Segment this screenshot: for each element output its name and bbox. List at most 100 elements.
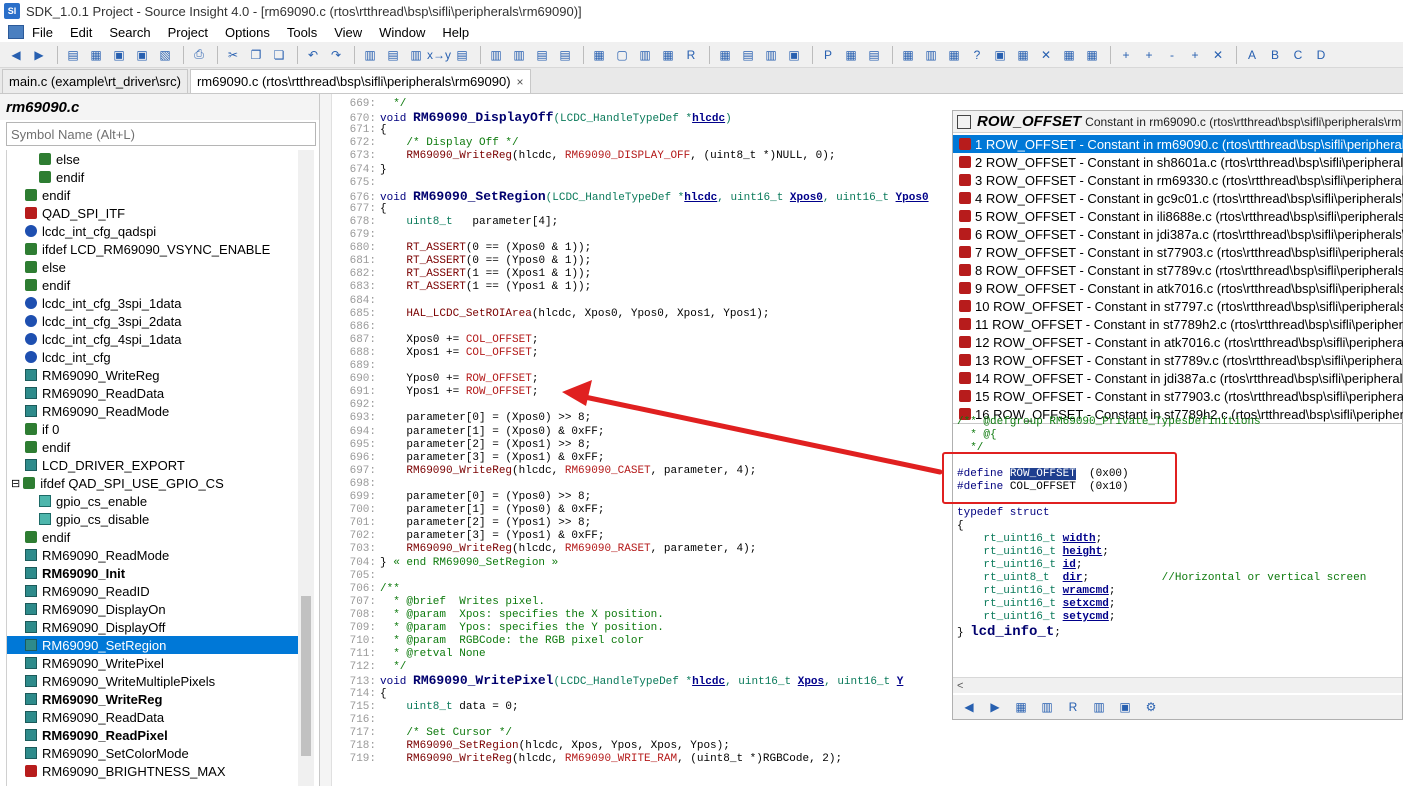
symbol-list-item[interactable]: gpio_cs_enable — [7, 492, 298, 510]
toolbar-button[interactable]: ▦ — [944, 45, 964, 65]
reference-list-item[interactable]: 12 ROW_OFFSET - Constant in atk7016.c (r… — [953, 333, 1403, 351]
toolbar-button[interactable]: ▥ — [360, 45, 380, 65]
toolbar-button[interactable]: ▥ — [921, 45, 941, 65]
reference-list-item[interactable]: 10 ROW_OFFSET - Constant in st7797.c (rt… — [953, 297, 1403, 315]
scroll-left-icon[interactable]: < — [957, 680, 963, 692]
menu-window[interactable]: Window — [379, 25, 425, 40]
symbol-list-item[interactable]: RM69090_SetColorMode — [7, 744, 298, 762]
menu-help[interactable]: Help — [442, 25, 469, 40]
toolbar-button[interactable]: ▦ — [1082, 45, 1102, 65]
menu-view[interactable]: View — [334, 25, 362, 40]
toolbar-button[interactable]: ↶ — [303, 45, 323, 65]
symbol-list-item[interactable]: endif — [7, 528, 298, 546]
symbol-list-item[interactable]: QAD_SPI_ITF — [7, 204, 298, 222]
symbol-list-item[interactable]: ⊟ ifdef QAD_SPI_USE_GPIO_CS — [7, 474, 298, 492]
symbol-list-item[interactable]: if 0 — [7, 420, 298, 438]
symbol-list-item[interactable]: endif — [7, 438, 298, 456]
symbol-list-item[interactable]: RM69090_ReadPixel — [7, 726, 298, 744]
context-toolbar-button[interactable]: ▦ — [1011, 697, 1031, 717]
toolbar-button[interactable]: ▦ — [898, 45, 918, 65]
toolbar-button[interactable]: ▦ — [1013, 45, 1033, 65]
reference-list-item[interactable]: 5 ROW_OFFSET - Constant in ili8688e.c (r… — [953, 207, 1403, 225]
reference-list-item[interactable]: 6 ROW_OFFSET - Constant in jdi387a.c (rt… — [953, 225, 1403, 243]
toolbar-button[interactable]: ▢ — [612, 45, 632, 65]
toolbar-button[interactable]: ▤ — [452, 45, 472, 65]
symbol-list-item[interactable]: LCD_DRIVER_EXPORT — [7, 456, 298, 474]
toolbar-button[interactable]: ▣ — [784, 45, 804, 65]
symbol-list-item[interactable]: lcdc_int_cfg_4spi_1data — [7, 330, 298, 348]
toolbar-button[interactable]: ▥ — [635, 45, 655, 65]
symbol-list-item[interactable]: lcdc_int_cfg_3spi_2data — [7, 312, 298, 330]
reference-list-item[interactable]: 14 ROW_OFFSET - Constant in jdi387a.c (r… — [953, 369, 1403, 387]
context-lock-icon[interactable] — [957, 114, 971, 129]
reference-list-item[interactable]: 1 ROW_OFFSET - Constant in rm69090.c (rt… — [953, 135, 1403, 153]
scrollbar-thumb[interactable] — [301, 596, 311, 756]
symbol-list-item[interactable]: RM69090_ReadID — [7, 582, 298, 600]
toolbar-button[interactable]: x→y — [427, 45, 451, 65]
symbol-list-item[interactable]: RM69090_BRIGHTNESS_MAX — [7, 762, 298, 780]
symbol-list-item[interactable]: else — [7, 258, 298, 276]
symbol-list-item[interactable]: RM69090_DisplayOn — [7, 600, 298, 618]
toolbar-button[interactable]: ▦ — [715, 45, 735, 65]
tab-main-c[interactable]: main.c (example\rt_driver\src) — [2, 69, 188, 93]
system-menu-icon[interactable] — [8, 25, 24, 39]
symbol-list-scrollbar[interactable] — [298, 150, 314, 786]
reference-list-item[interactable]: 8 ROW_OFFSET - Constant in st7789v.c (rt… — [953, 261, 1403, 279]
toolbar-button[interactable]: ▤ — [532, 45, 552, 65]
toolbar-button[interactable]: ? — [967, 45, 987, 65]
context-toolbar-button[interactable]: ▥ — [1089, 697, 1109, 717]
tab-rm69090-c[interactable]: rm69090.c (rtos\rtthread\bsp\sifli\perip… — [189, 69, 531, 93]
reference-list-item[interactable]: 4 ROW_OFFSET - Constant in gc9c01.c (rto… — [953, 189, 1403, 207]
symbol-list-item[interactable]: endif — [7, 168, 298, 186]
toolbar-button[interactable]: D — [1311, 45, 1331, 65]
toolbar-button[interactable]: B — [1265, 45, 1285, 65]
symbol-list-item[interactable]: RM69090_ReadData — [7, 384, 298, 402]
toolbar-button[interactable]: ◀ — [6, 45, 26, 65]
toolbar-button[interactable]: ▥ — [406, 45, 426, 65]
toolbar-button[interactable]: ▣ — [990, 45, 1010, 65]
toolbar-button[interactable]: ▦ — [86, 45, 106, 65]
symbol-list-item[interactable]: lcdc_int_cfg_3spi_1data — [7, 294, 298, 312]
context-hscrollbar[interactable]: < — [953, 677, 1402, 693]
context-toolbar-button[interactable]: ⚙ — [1141, 697, 1161, 717]
reference-list-item[interactable]: 11 ROW_OFFSET - Constant in st7789h2.c (… — [953, 315, 1403, 333]
symbol-list-item[interactable]: lcdc_int_cfg — [7, 348, 298, 366]
menu-edit[interactable]: Edit — [70, 25, 92, 40]
menu-search[interactable]: Search — [109, 25, 150, 40]
toolbar-button[interactable]: ▦ — [658, 45, 678, 65]
symbol-list-item[interactable]: RM69090_Init — [7, 564, 298, 582]
toolbar-button[interactable]: ▤ — [63, 45, 83, 65]
toolbar-button[interactable]: ▦ — [1059, 45, 1079, 65]
toolbar-button[interactable]: ▤ — [383, 45, 403, 65]
toolbar-button[interactable]: ✕ — [1036, 45, 1056, 65]
toolbar-button[interactable]: + — [1185, 45, 1205, 65]
toolbar-button[interactable]: ✂ — [223, 45, 243, 65]
context-toolbar-button[interactable]: ▥ — [1037, 697, 1057, 717]
context-toolbar-button[interactable]: ◀ — [959, 697, 979, 717]
menu-tools[interactable]: Tools — [287, 25, 317, 40]
toolbar-button[interactable]: ▤ — [555, 45, 575, 65]
toolbar-button[interactable]: ▤ — [864, 45, 884, 65]
symbol-list-item[interactable]: RM69090_WriteMultiplePixels — [7, 672, 298, 690]
reference-list-item[interactable]: 7 ROW_OFFSET - Constant in st77903.c (rt… — [953, 243, 1403, 261]
toolbar-button[interactable]: ▣ — [132, 45, 152, 65]
toolbar-button[interactable]: ▧ — [155, 45, 175, 65]
symbol-list-item[interactable]: RM69090_WriteReg — [7, 690, 298, 708]
toolbar-button[interactable]: ▤ — [738, 45, 758, 65]
reference-list-item[interactable]: 13 ROW_OFFSET - Constant in st7789v.c (r… — [953, 351, 1403, 369]
reference-list-item[interactable]: 3 ROW_OFFSET - Constant in rm69330.c (rt… — [953, 171, 1403, 189]
symbol-list-item[interactable]: RM69090_ReadData — [7, 708, 298, 726]
toolbar-button[interactable]: ▦ — [589, 45, 609, 65]
toolbar-button[interactable]: ⎙ — [189, 45, 209, 65]
context-toolbar-button[interactable]: ▣ — [1115, 697, 1135, 717]
toolbar-button[interactable]: + — [1139, 45, 1159, 65]
close-icon[interactable]: × — [517, 75, 524, 89]
toolbar-button[interactable]: P — [818, 45, 838, 65]
symbol-list-item[interactable]: lcdc_int_cfg_qadspi — [7, 222, 298, 240]
toolbar-button[interactable]: ▥ — [761, 45, 781, 65]
symbol-list-item[interactable]: RM69090_SetRegion — [7, 636, 298, 654]
toolbar-button[interactable]: ▦ — [841, 45, 861, 65]
symbol-list-item[interactable]: gpio_cs_disable — [7, 510, 298, 528]
symbol-list-item[interactable]: ifdef LCD_RM69090_VSYNC_ENABLE — [7, 240, 298, 258]
context-toolbar-button[interactable]: R — [1063, 697, 1083, 717]
